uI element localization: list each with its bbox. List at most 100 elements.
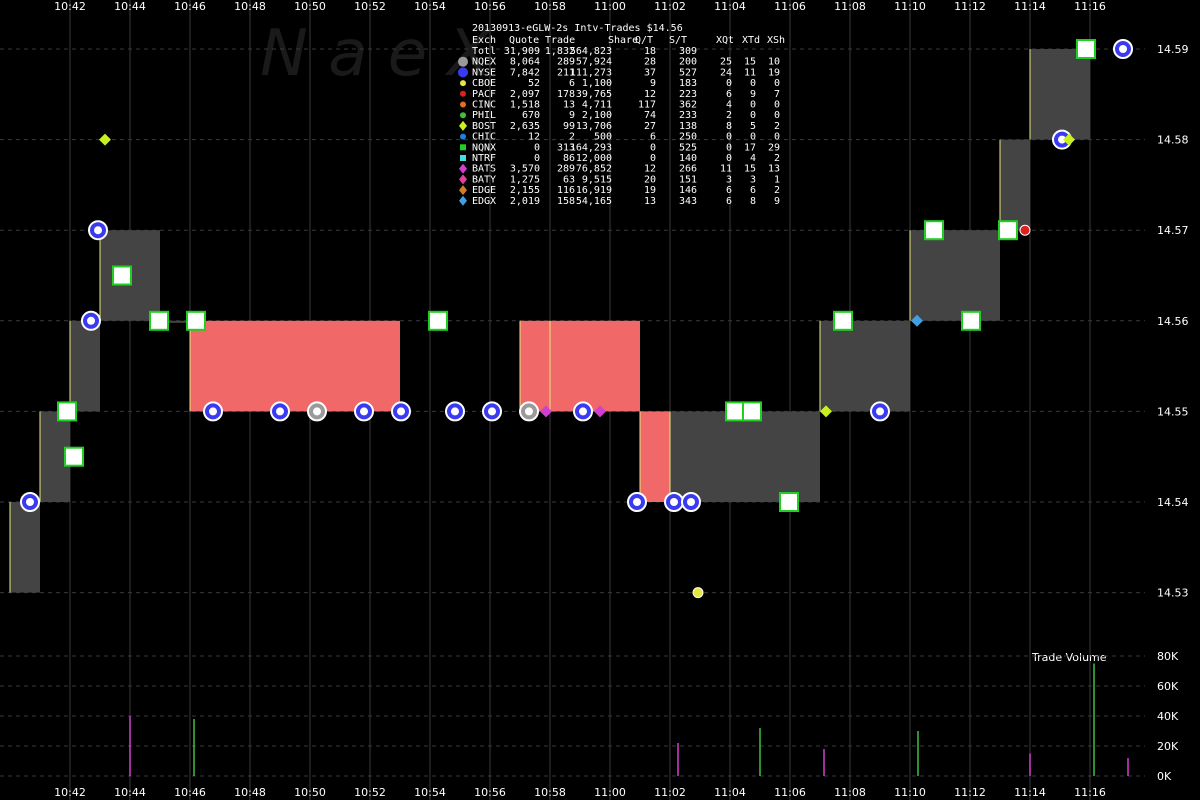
legend-cell: BATS bbox=[472, 164, 496, 175]
legend-header: S/T bbox=[669, 35, 687, 46]
legend-cell: 28 bbox=[644, 57, 656, 68]
legend-cell: 25 bbox=[720, 57, 732, 68]
legend-cell: 86 bbox=[563, 153, 575, 164]
trade-marker bbox=[692, 587, 704, 599]
x-tick-label-top: 10:56 bbox=[474, 0, 506, 13]
trade-marker-core bbox=[633, 498, 641, 506]
legend-cell: 74 bbox=[644, 110, 656, 121]
nbbo-band bbox=[640, 411, 670, 502]
x-tick-label-top: 11:06 bbox=[774, 0, 806, 13]
legend-marker bbox=[459, 195, 467, 206]
legend-cell: 19 bbox=[644, 185, 656, 196]
x-tick-label-bottom: 11:00 bbox=[594, 786, 626, 799]
legend-cell: 29 bbox=[768, 142, 780, 153]
nbbo-band bbox=[1030, 49, 1090, 140]
legend-cell: 2,155 bbox=[510, 185, 540, 196]
legend-cell: 362 bbox=[679, 100, 697, 111]
x-tick-label-bottom: 11:06 bbox=[774, 786, 806, 799]
legend-cell: 39,765 bbox=[576, 89, 612, 100]
legend-cell: 18 bbox=[644, 46, 656, 57]
x-tick-label-bottom: 10:56 bbox=[474, 786, 506, 799]
x-tick-label-top: 10:48 bbox=[234, 0, 266, 13]
legend-marker bbox=[460, 112, 466, 119]
legend-cell: 0 bbox=[650, 153, 656, 164]
legend-cell: 13 bbox=[644, 196, 656, 207]
legend-cell: 140 bbox=[679, 153, 697, 164]
legend-cell: 12 bbox=[644, 89, 656, 100]
trade-marker-core bbox=[26, 498, 34, 506]
legend-cell: NTRF bbox=[472, 153, 496, 164]
legend-marker bbox=[458, 67, 468, 78]
trade-marker bbox=[742, 401, 762, 422]
legend-marker bbox=[460, 133, 466, 140]
legend-cell: 52 bbox=[528, 78, 540, 89]
volume-tick-label: 20K bbox=[1157, 740, 1179, 753]
x-tick-label-bottom: 10:42 bbox=[54, 786, 86, 799]
trade-marker bbox=[57, 401, 77, 422]
legend-cell: 20 bbox=[644, 174, 656, 185]
legend-cell: 164,293 bbox=[570, 142, 612, 153]
legend-marker bbox=[459, 185, 467, 196]
trade-marker-core bbox=[276, 407, 284, 416]
legend-cell: 500 bbox=[594, 132, 612, 143]
legend-cell: 76,852 bbox=[576, 164, 612, 175]
legend-cell: 233 bbox=[679, 110, 697, 121]
legend-cell: BATY bbox=[472, 174, 496, 185]
x-tick-label-bottom: 10:50 bbox=[294, 786, 326, 799]
y-tick-label: 14.57 bbox=[1157, 224, 1189, 237]
trade-marker-core bbox=[209, 407, 217, 416]
legend-cell: 0 bbox=[774, 100, 780, 111]
trade-marker bbox=[149, 310, 169, 331]
x-tick-label-bottom: 11:10 bbox=[894, 786, 926, 799]
legend-cell: 2 bbox=[774, 185, 780, 196]
legend-cell: 13,706 bbox=[576, 121, 612, 132]
x-tick-label-top: 11:10 bbox=[894, 0, 926, 13]
legend-cell: 6 bbox=[726, 185, 732, 196]
legend-cell: NYSE bbox=[472, 67, 496, 78]
x-tick-label-top: 11:00 bbox=[594, 0, 626, 13]
legend-header: Quote bbox=[509, 35, 539, 46]
trade-marker bbox=[64, 446, 84, 467]
trade-marker-core bbox=[87, 316, 95, 325]
trade-marker bbox=[99, 133, 111, 146]
legend-cell: 6 bbox=[569, 78, 575, 89]
legend-cell: 11 bbox=[720, 164, 732, 175]
legend-cell: 7 bbox=[774, 89, 780, 100]
legend-cell: 6 bbox=[650, 132, 656, 143]
trade-marker bbox=[779, 492, 799, 512]
legend-cell: 200 bbox=[679, 57, 697, 68]
x-tick-label-top: 11:14 bbox=[1014, 0, 1046, 13]
trade-marker-core bbox=[360, 407, 368, 416]
legend-cell: 31,909 bbox=[504, 46, 540, 57]
x-tick-label-bottom: 10:54 bbox=[414, 786, 446, 799]
trade-marker-core bbox=[876, 407, 884, 416]
legend-cell: 0 bbox=[534, 153, 540, 164]
watermark: N a e X bbox=[260, 17, 493, 91]
nbbo-band bbox=[1000, 139, 1030, 231]
nbbo-band bbox=[910, 230, 1000, 321]
legend-cell: 7,842 bbox=[510, 67, 540, 78]
legend-cell: CHIC bbox=[472, 132, 496, 143]
trade-marker-core bbox=[1119, 45, 1127, 53]
y-tick-label: 14.59 bbox=[1157, 43, 1189, 56]
chart-canvas: N a e X 10:42 10:42 10:44 10:44 10:46 10:46 10… bbox=[0, 0, 1200, 800]
volume-tick-label: 80K bbox=[1157, 650, 1179, 663]
y-axis-ticks: 14.59 14.58 14.57 14.56 14.55 14.54 14.53 bbox=[1157, 43, 1189, 600]
legend-cell: 17 bbox=[744, 142, 756, 153]
legend-cell: 37 bbox=[644, 67, 656, 78]
legend-cell: 15 bbox=[744, 164, 756, 175]
y-tick-label: 14.54 bbox=[1157, 496, 1189, 509]
trade-chart: N a e X 10:4210:4210:4410:4410:4610:4610… bbox=[0, 0, 1189, 800]
legend-header: XQt bbox=[716, 35, 734, 46]
legend-cell: 2,100 bbox=[582, 110, 612, 121]
legend-cell: 2 bbox=[569, 132, 575, 143]
legend-cell: BOST bbox=[472, 121, 496, 132]
legend-cell: 2 bbox=[726, 110, 732, 121]
y-tick-label: 14.53 bbox=[1157, 587, 1189, 600]
legend-cell: 5 bbox=[750, 121, 756, 132]
legend-cell: 9 bbox=[569, 110, 575, 121]
legend-cell: 289 bbox=[557, 164, 575, 175]
trade-marker bbox=[428, 310, 448, 331]
legend-cell: 4 bbox=[750, 153, 756, 164]
trade-marker-core bbox=[579, 407, 587, 416]
